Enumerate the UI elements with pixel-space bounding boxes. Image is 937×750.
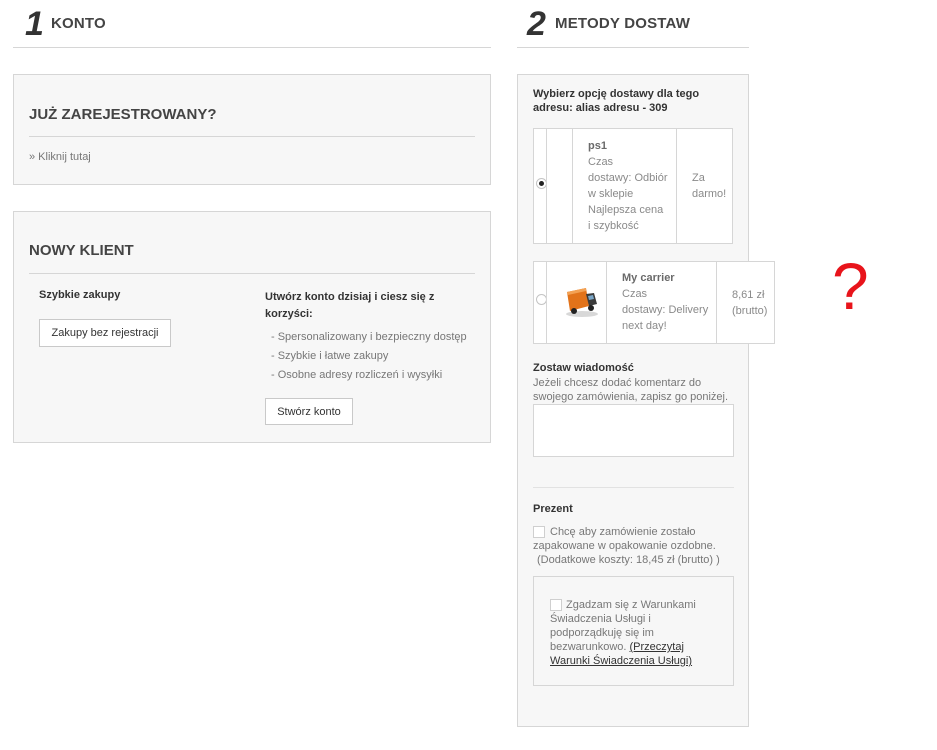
terms-label: Zgadzam się z Warunkami Świadczenia Usłu… [550,598,696,668]
divider [29,136,475,137]
new-client-panel: NOWY KLIENT Szybkie zakupy Zakupy bez re… [13,211,491,443]
carrier-option-my-carrier[interactable]: My carrier Czas dostawy: Delivery next d… [533,261,775,344]
carrier-option-ps1[interactable]: ps1 Czas dostawy: Odbiór w sklepie Najle… [533,128,733,244]
gift-wrap-label-line1: Chcę aby zamówienie zostało [550,526,696,538]
divider [606,262,607,343]
carrier-delay-line: dostawy: Delivery [622,304,709,316]
create-account-title-line2: korzyści: [265,308,313,320]
terms-box: Zgadzam się z Warunkami Świadczenia Usłu… [533,576,734,686]
carrier-price-line2: darmo! [692,188,727,200]
shipping-heading-line2: adresu: alias adresu - 309 [533,102,668,114]
carrier-details-ps1: ps1 Czas dostawy: Odbiór w sklepie Najle… [588,138,667,234]
gift-wrap-label-line3: (Dodatkowe koszty: 18,45 zł (brutto) ) [537,554,720,566]
step2-title: METODY DOSTAW [555,15,691,32]
terms-label-line1: Zgadzam się z Warunkami [566,599,696,611]
message-description: Jeżeli chcesz dodać komentarz do swojego… [533,376,728,404]
divider [29,273,475,274]
new-client-title: NOWY KLIENT [29,242,134,259]
create-account-button[interactable]: Stwórz konto [265,398,353,425]
benefit-item: - Szybkie i łatwe zakupy [271,350,389,362]
step2-number: 2 [527,5,546,43]
truck-icon [564,286,600,318]
divider [676,129,677,243]
carrier-delay-line: Najlepsza cena [588,204,664,216]
carrier-price-line2: (brutto) [732,305,768,317]
carrier-delay-line: Czas [622,288,648,300]
shipping-heading: Wybierz opcję dostawy dla tego adresu: a… [533,87,699,115]
shipping-heading-line1: Wybierz opcję dostawy dla tego [533,88,700,100]
question-mark-annotation: ? [832,249,869,323]
registered-title: JUŻ ZAREJESTROWANY? [29,106,217,123]
create-account-title: Utwórz konto dzisiaj i ciesz się z korzy… [265,289,434,323]
carrier-price-my-carrier: 8,61 zł (brutto) [732,287,767,319]
carrier-price-line1: Za [692,172,705,184]
divider [546,129,547,243]
carrier-details-my-carrier: My carrier Czas dostawy: Delivery next d… [622,270,708,334]
benefits-list: - Spersonalizowany i bezpieczny dostęp -… [271,328,467,385]
step1-title: KONTO [51,15,106,32]
divider [533,487,734,488]
divider [546,262,547,343]
quick-shopping-title: Szybkie zakupy [39,289,121,301]
carrier-delay-line: next day! [622,320,667,332]
step1-number: 1 [25,5,44,43]
carrier-price-line1: 8,61 zł [732,289,765,301]
gift-title: Prezent [533,503,573,515]
message-description-line2: swojego zamówienia, zapisz go poniżej. [533,391,729,403]
message-textarea[interactable] [533,404,734,457]
carrier-name: My carrier [622,272,675,284]
benefit-item: - Osobne adresy rozliczeń i wysyłki [271,369,443,381]
benefit-item: - Spersonalizowany i bezpieczny dostęp [271,331,467,343]
carrier-delay-line: i szybkość [588,220,639,232]
guest-checkout-button[interactable]: Zakupy bez rejestracji [39,319,171,347]
divider [716,262,717,343]
terms-label-line4: bezwarunkowo. (Przeczytaj [550,640,696,654]
carrier-delay-line: dostawy: Odbiór [588,172,668,184]
step2-header: 2 METODY DOSTAW [517,4,749,48]
carrier-delay-line: w sklepie [588,188,634,200]
terms-label-line3: podporządkuję się im [550,627,654,639]
click-here-link[interactable]: » Kliknij tutaj [29,151,91,163]
terms-label-line2: Świadczenia Usługi i [550,613,651,625]
terms-link-line2[interactable]: Warunki Świadczenia Usługi) [550,654,696,668]
gift-wrap-label: Chcę aby zamówienie zostało zapakowane w… [533,525,720,567]
divider [572,129,573,243]
step1-header: 1 KONTO [13,4,491,48]
terms-link[interactable]: (Przeczytaj [630,641,684,653]
terms-label-line4-text: bezwarunkowo. [550,641,627,653]
carrier-delay-line: Czas [588,156,614,168]
registered-panel: JUŻ ZAREJESTROWANY? » Kliknij tutaj [13,74,491,185]
carrier-price-ps1: Za darmo! [692,170,726,202]
message-title: Zostaw wiadomość [533,362,634,374]
message-description-line1: Jeżeli chcesz dodać komentarz do [533,377,702,389]
gift-wrap-label-line2: zapakowane w opakowanie ozdobne. [533,540,716,552]
carrier-name: ps1 [588,140,607,152]
create-account-title-line1: Utwórz konto dzisiaj i ciesz się z [265,291,435,303]
